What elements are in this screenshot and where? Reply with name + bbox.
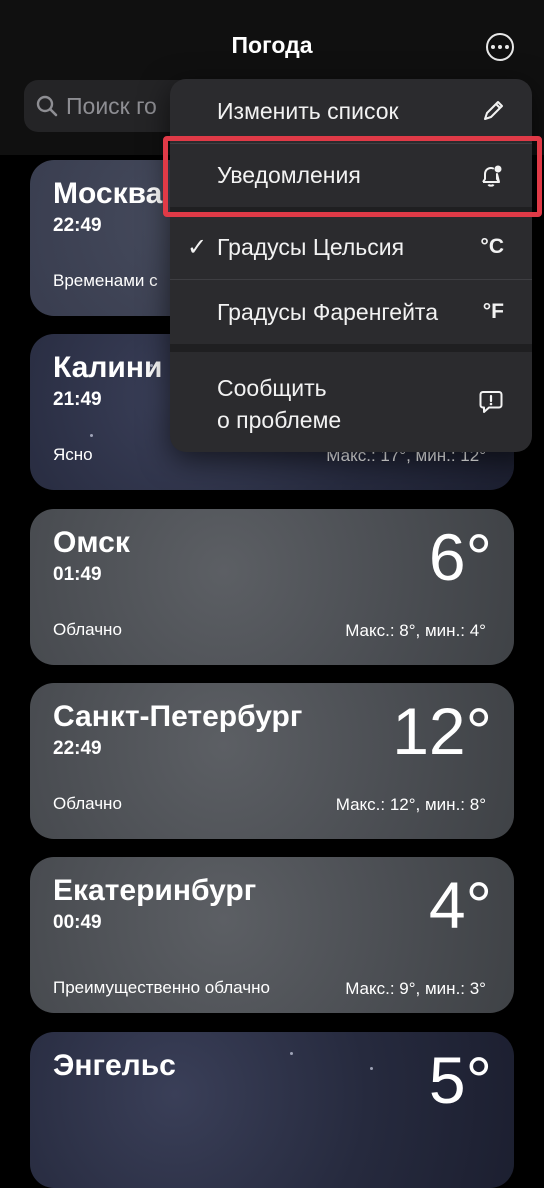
highlight-box bbox=[163, 136, 542, 217]
city-hilo: Макс.: 8°, мин.: 4° bbox=[345, 621, 486, 640]
city-condition: Облачно bbox=[53, 620, 122, 639]
menu-item-edit-list[interactable]: Изменить список bbox=[170, 79, 532, 143]
celsius-unit: °C bbox=[480, 235, 504, 258]
city-time: 22:49 bbox=[53, 215, 102, 236]
city-temp: 6° bbox=[428, 520, 492, 594]
city-card-omsk[interactable]: Омск 01:49 6° Облачно Макс.: 8°, мин.: 4… bbox=[30, 509, 514, 665]
menu-item-report-problem[interactable]: Сообщить о проблеме bbox=[170, 352, 532, 452]
menu-item-label: Градусы Фаренгейта bbox=[217, 298, 438, 325]
menu-item-label: Градусы Цельсия bbox=[217, 233, 405, 260]
dot bbox=[505, 45, 509, 49]
city-name: Санкт-Петербург bbox=[53, 700, 303, 733]
checkmark-icon: ✓ bbox=[187, 233, 208, 261]
city-condition: Временами с bbox=[53, 271, 158, 290]
fahrenheit-unit: °F bbox=[482, 300, 504, 323]
city-card-saint-petersburg[interactable]: Санкт-Петербург 22:49 12° Облачно Макс.:… bbox=[30, 683, 514, 839]
report-line-2: о проблеме bbox=[217, 407, 342, 433]
divider bbox=[170, 344, 532, 352]
dot bbox=[498, 45, 502, 49]
menu-item-label: Изменить список bbox=[217, 97, 399, 124]
city-hilo: Макс.: 9°, мин.: 3° bbox=[345, 979, 486, 998]
city-name: Москва bbox=[53, 177, 163, 210]
pencil-icon bbox=[484, 101, 503, 120]
report-line-1: Сообщить bbox=[217, 375, 327, 401]
city-name: Калини bbox=[53, 351, 163, 384]
city-name: Омск bbox=[53, 526, 130, 559]
city-time: 01:49 bbox=[53, 564, 102, 585]
dot bbox=[491, 45, 495, 49]
menu-item-celsius[interactable]: ✓ Градусы Цельсия °C bbox=[170, 215, 532, 279]
page-title: Погода bbox=[231, 32, 313, 58]
city-time: 21:49 bbox=[53, 389, 102, 410]
menu-item-label: Сообщить о проблеме bbox=[217, 372, 341, 436]
city-condition: Облачно bbox=[53, 794, 122, 813]
city-time: 22:49 bbox=[53, 738, 102, 759]
exclamation-bubble-icon bbox=[479, 391, 503, 413]
city-temp: 5° bbox=[428, 1043, 492, 1117]
city-card-yekaterinburg[interactable]: Екатеринбург 00:49 4° Преимущественно об… bbox=[30, 857, 514, 1013]
city-temp: 4° bbox=[428, 868, 492, 942]
city-name: Энгельс bbox=[53, 1049, 176, 1082]
search-icon bbox=[36, 95, 58, 117]
city-temp: 12° bbox=[392, 694, 492, 768]
city-name: Екатеринбург bbox=[53, 874, 257, 907]
city-condition: Ясно bbox=[53, 445, 93, 464]
options-menu: Изменить список Уведомления ✓ Градусы Це… bbox=[170, 79, 532, 452]
city-card-engels[interactable]: Энгельс 5° bbox=[30, 1032, 514, 1188]
city-condition: Преимущественно облачно bbox=[53, 978, 270, 997]
menu-item-fahrenheit[interactable]: Градусы Фаренгейта °F bbox=[170, 280, 532, 344]
city-time: 00:49 bbox=[53, 912, 102, 933]
search-placeholder: Поиск го bbox=[66, 93, 157, 119]
more-options-button[interactable] bbox=[486, 33, 514, 61]
city-hilo: Макс.: 12°, мин.: 8° bbox=[335, 795, 486, 814]
